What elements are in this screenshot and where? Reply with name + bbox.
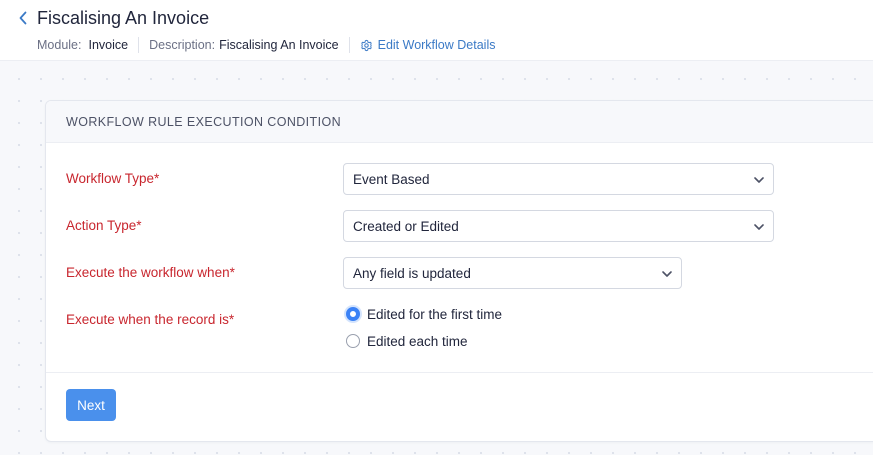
action-type-select[interactable]: Created or Edited — [343, 210, 774, 242]
radio-label: Edited each time — [367, 333, 468, 349]
workflow-meta: Module: Invoice Description: Fiscalising… — [37, 36, 495, 54]
meta-separator — [138, 37, 140, 53]
execute-when-value: Any field is updated — [353, 266, 471, 281]
page-title: Fiscalising An Invoice — [37, 8, 210, 28]
module-value: Invoice — [88, 38, 129, 52]
gear-icon — [360, 39, 372, 51]
description-value: Fiscalising An Invoice — [219, 38, 339, 52]
description-label: Description: — [149, 38, 216, 52]
page-header: Fiscalising An Invoice Module: Invoice D… — [0, 0, 873, 61]
chevron-down-icon — [662, 271, 672, 277]
radio-label: Edited for the first time — [367, 306, 503, 322]
radio-edited-each-time[interactable]: Edited each time — [346, 332, 468, 350]
back-button[interactable] — [14, 9, 32, 27]
card-header: WORKFLOW RULE EXECUTION CONDITION — [46, 101, 873, 143]
chevron-left-icon — [19, 11, 27, 25]
module-label: Module: — [37, 38, 82, 52]
radio-button[interactable] — [346, 334, 360, 348]
action-type-value: Created or Edited — [353, 219, 459, 234]
next-button[interactable]: Next — [66, 389, 116, 421]
meta-separator — [348, 37, 350, 53]
action-type-label: Action Type* — [66, 218, 142, 233]
record-is-label: Execute when the record is* — [66, 312, 235, 327]
card-divider — [46, 372, 873, 373]
workflow-type-select[interactable]: Event Based — [343, 163, 774, 195]
radio-edited-first-time[interactable]: Edited for the first time — [346, 305, 502, 323]
radio-button-checked[interactable] — [346, 307, 360, 321]
chevron-down-icon — [754, 224, 764, 230]
chevron-down-icon — [754, 177, 764, 183]
edit-workflow-details-label: Edit Workflow Details — [377, 38, 496, 52]
workflow-type-label: Workflow Type* — [66, 171, 160, 186]
edit-workflow-details-link[interactable]: Edit Workflow Details — [360, 38, 496, 52]
workflow-type-value: Event Based — [353, 172, 430, 187]
card-title: WORKFLOW RULE EXECUTION CONDITION — [66, 115, 342, 129]
execution-condition-card: WORKFLOW RULE EXECUTION CONDITION Workfl… — [45, 100, 873, 442]
execute-when-label: Execute the workflow when* — [66, 265, 235, 280]
execute-when-select[interactable]: Any field is updated — [343, 257, 682, 289]
